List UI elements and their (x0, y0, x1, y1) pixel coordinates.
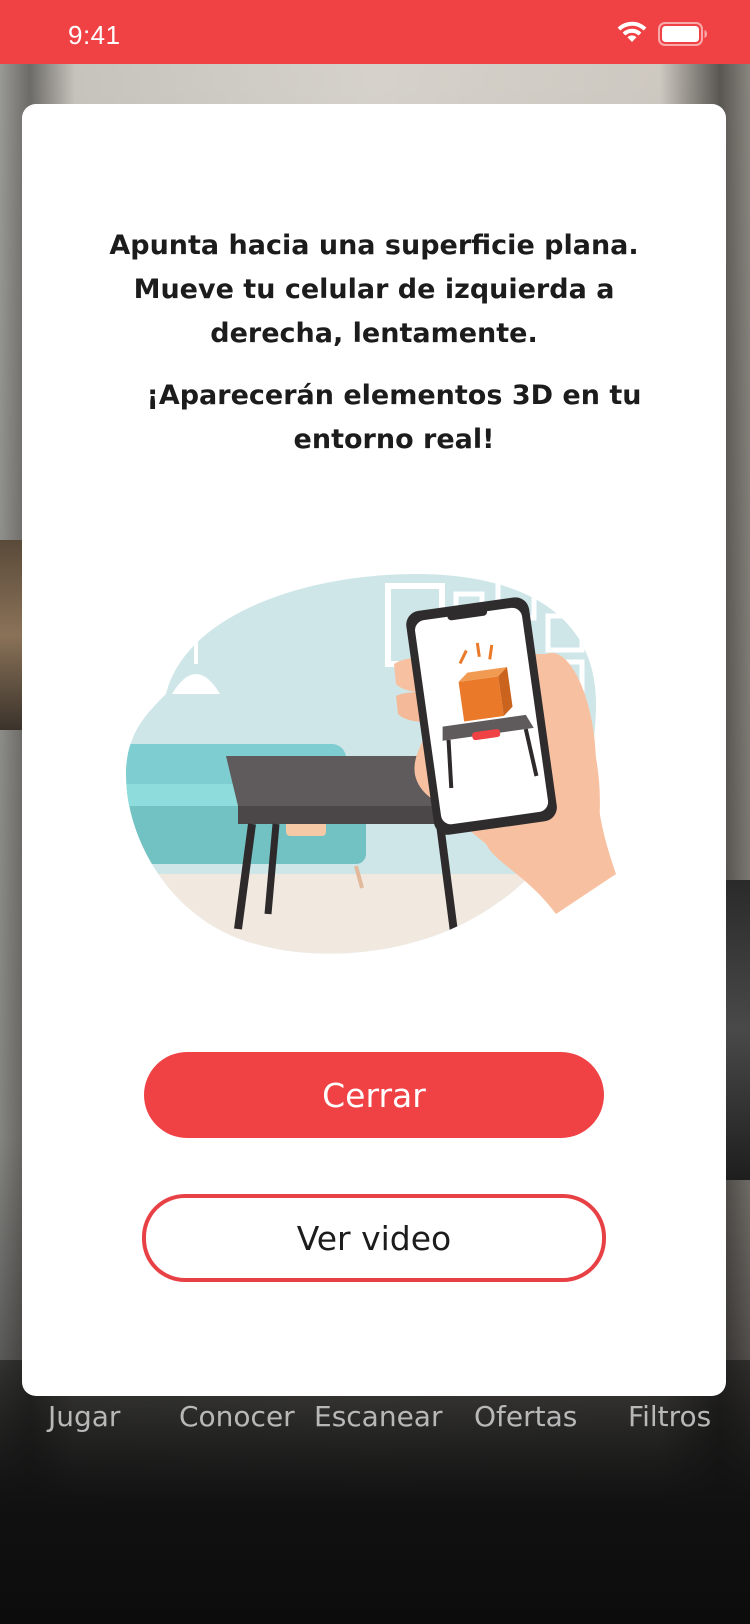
ar-instructions-modal: Apunta hacia una superficie plana. Mueve… (22, 104, 726, 1396)
status-time: 9:41 (68, 20, 121, 50)
camera-background-detail (726, 880, 750, 1180)
wifi-icon (617, 21, 647, 42)
camera-background-detail (0, 540, 22, 730)
battery-icon (658, 22, 707, 46)
tab-escanear[interactable]: Escanear (314, 1400, 442, 1433)
watch-video-button[interactable]: Ver video (142, 1194, 606, 1282)
status-bar: 9:41 (0, 0, 750, 64)
tab-filtros[interactable]: Filtros (628, 1400, 711, 1433)
instruction-text: Apunta hacia una superficie plana. Mueve… (109, 230, 639, 349)
ar-phone-table-illustration (126, 574, 616, 954)
tab-bar: Jugar Conocer Escanear Ofertas Filtros (0, 1400, 750, 1460)
tab-ofertas[interactable]: Ofertas (474, 1400, 577, 1433)
instruction-subtext: ¡Aparecerán elementos 3D en tu entorno r… (146, 380, 642, 455)
tab-jugar[interactable]: Jugar (48, 1400, 120, 1433)
instructions: Apunta hacia una superficie plana. Mueve… (92, 224, 656, 462)
close-button[interactable]: Cerrar (144, 1052, 604, 1138)
tab-conocer[interactable]: Conocer (179, 1400, 295, 1433)
